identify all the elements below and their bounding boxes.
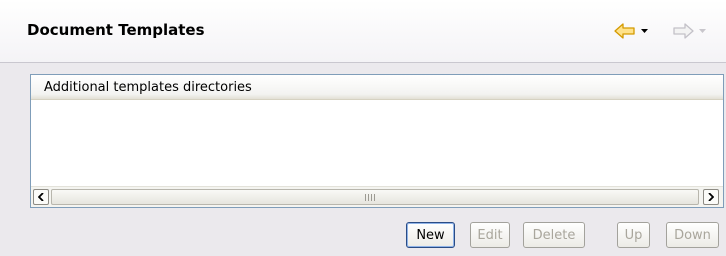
arrow-right-icon [672, 23, 694, 39]
back-nav-button[interactable] [614, 22, 648, 40]
chevron-right-icon [708, 190, 715, 205]
scroll-left-button[interactable] [33, 189, 49, 205]
page-title: Document Templates [27, 21, 205, 39]
new-button[interactable]: New [406, 222, 455, 248]
grip-icon [365, 194, 375, 201]
column-header[interactable]: Additional templates directories [31, 75, 723, 100]
chevron-down-icon[interactable] [699, 29, 706, 33]
column-header-label: Additional templates directories [44, 80, 252, 95]
templates-directory-list[interactable]: Additional templates directories [30, 74, 724, 208]
edit-button[interactable]: Edit [470, 222, 510, 248]
up-button[interactable]: Up [617, 222, 650, 248]
panel-header: Document Templates [0, 0, 726, 63]
scroll-right-button[interactable] [703, 189, 719, 205]
delete-button[interactable]: Delete [523, 222, 585, 248]
chevron-left-icon [37, 190, 44, 205]
scrollbar-thumb[interactable] [51, 189, 699, 205]
down-button[interactable]: Down [666, 222, 719, 248]
chevron-down-icon[interactable] [641, 29, 648, 33]
arrow-left-icon [614, 23, 636, 39]
forward-nav-button[interactable] [672, 22, 706, 40]
horizontal-scrollbar[interactable] [31, 186, 723, 207]
